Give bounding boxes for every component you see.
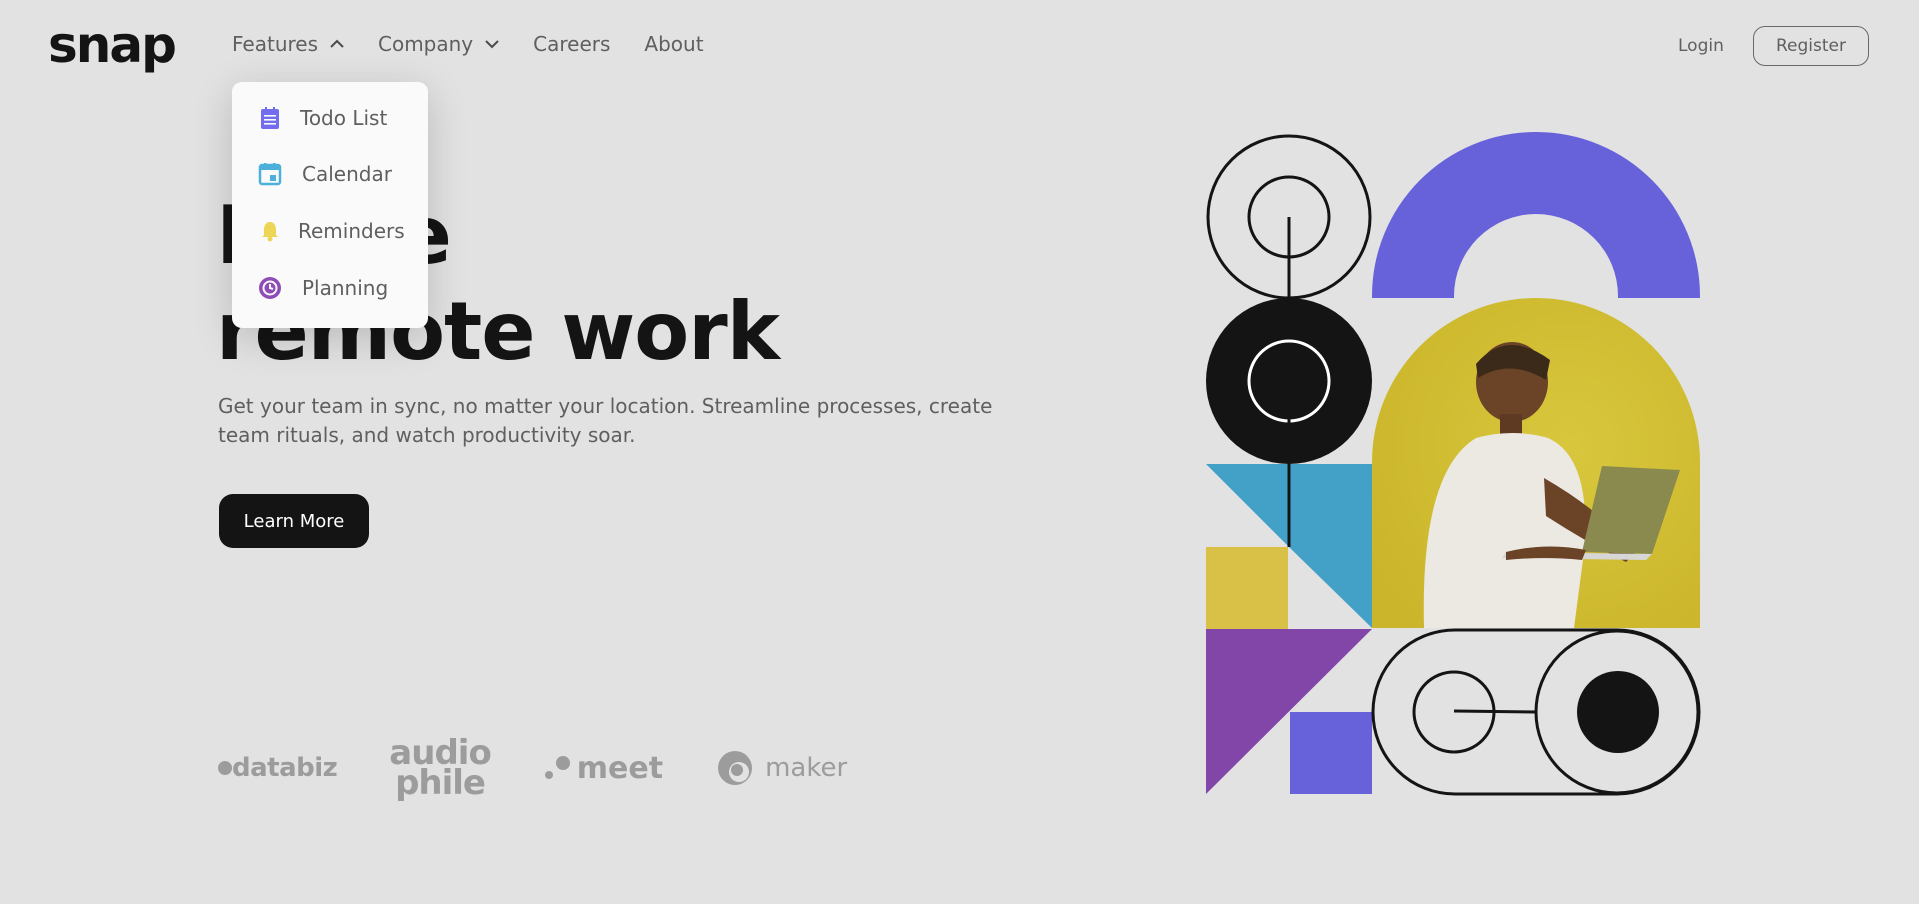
databiz-dot-icon: [218, 761, 232, 775]
menu-item-reminders[interactable]: Reminders: [258, 219, 405, 243]
nav-careers[interactable]: Careers: [533, 32, 610, 56]
calendar-icon: [258, 162, 282, 186]
client-logo-audiophile: audio phile: [389, 733, 491, 803]
menu-item-label: Calendar: [302, 162, 392, 186]
art-photo-person-laptop: [1372, 298, 1700, 628]
register-button[interactable]: Register: [1753, 26, 1869, 66]
client-logos: databiz audio phile meet maker: [218, 733, 847, 803]
menu-item-planning[interactable]: Planning: [258, 276, 388, 300]
nav-company[interactable]: Company: [378, 32, 499, 56]
planning-icon: [258, 276, 282, 300]
art-purple-square: [1290, 712, 1372, 794]
meet-dots-icon: [544, 756, 570, 779]
features-dropdown: Todo List Calendar Reminders Planning: [232, 82, 428, 328]
art-black-dot: [1577, 671, 1659, 753]
bell-icon: [258, 220, 282, 242]
chevron-down-icon: [485, 40, 499, 49]
menu-item-label: Todo List: [300, 106, 388, 130]
login-link[interactable]: Login: [1678, 36, 1724, 56]
hero-illustration: [1206, 132, 1701, 796]
todo-icon: [258, 106, 282, 130]
nav-features-label: Features: [232, 32, 318, 56]
hero-subtitle: Get your team in sync, no matter your lo…: [218, 394, 993, 447]
nav-about[interactable]: About: [644, 32, 703, 56]
menu-item-calendar[interactable]: Calendar: [258, 162, 392, 186]
nav-features[interactable]: Features: [232, 32, 344, 56]
menu-item-label: Planning: [302, 276, 389, 300]
client-logo-databiz: databiz: [218, 753, 338, 783]
client-logo-meet: meet: [544, 751, 663, 786]
main-nav: Features Company Careers About: [232, 32, 738, 56]
art-purple-arch: [1372, 132, 1700, 298]
nav-company-label: Company: [378, 32, 474, 56]
art-blue-triangle-left: [1206, 464, 1289, 547]
menu-item-todo-list[interactable]: Todo List: [258, 106, 387, 130]
chevron-up-icon: [330, 39, 344, 48]
art-yellow-square: [1206, 547, 1288, 629]
menu-item-label: Reminders: [298, 219, 405, 243]
learn-more-button[interactable]: Learn More: [219, 494, 369, 548]
client-logo-maker: maker: [717, 750, 847, 786]
snap-logo[interactable]: snap: [48, 16, 177, 74]
art-blue-quad: [1289, 464, 1372, 628]
maker-swirl-icon: [718, 751, 753, 785]
